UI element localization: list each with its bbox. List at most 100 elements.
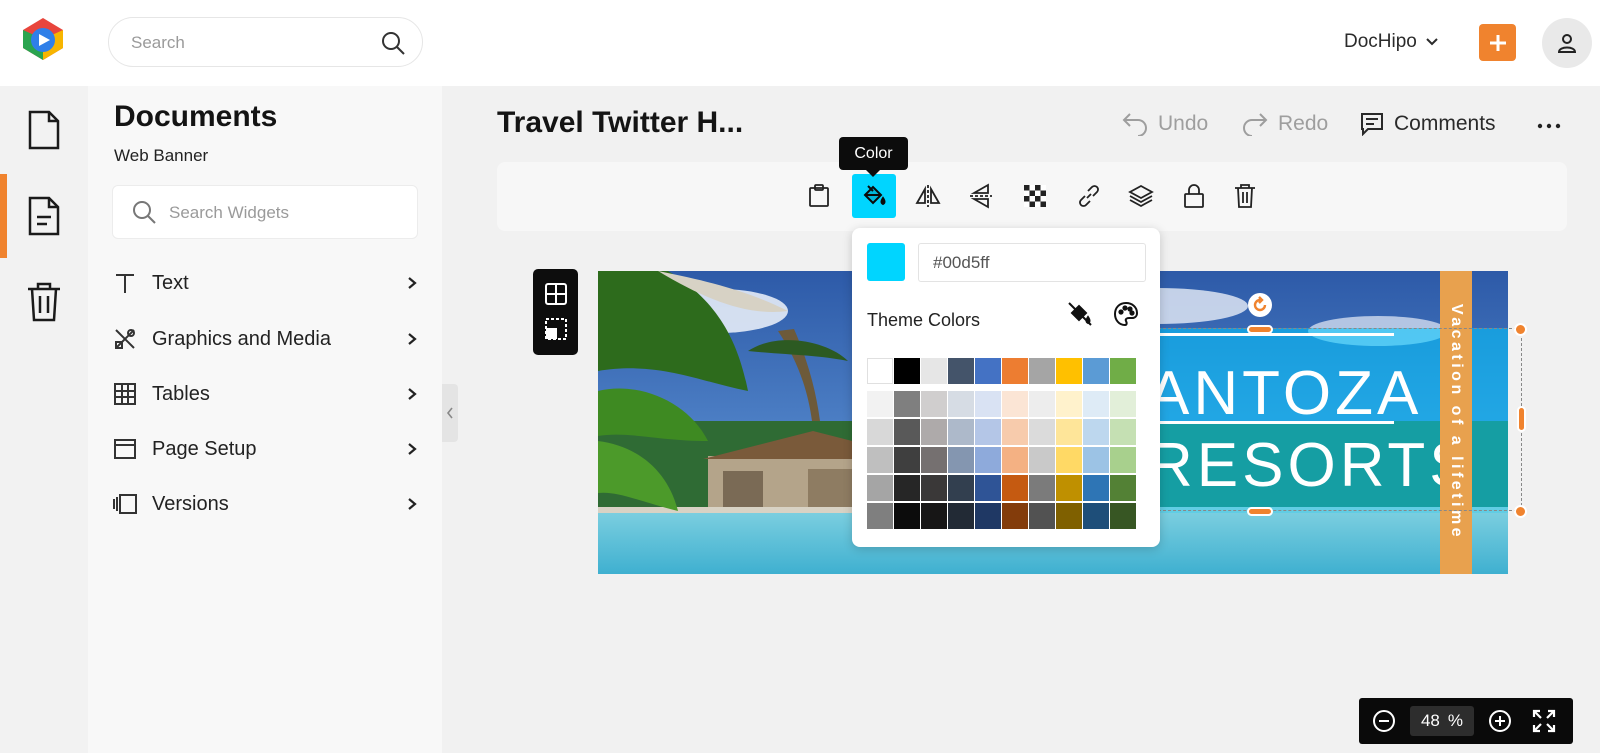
lock-tool[interactable] (1172, 174, 1216, 218)
shade-color-swatch[interactable] (948, 503, 974, 529)
shade-color-swatch[interactable] (1029, 503, 1055, 529)
shade-color-swatch[interactable] (867, 503, 893, 529)
zoom-level-field[interactable]: 48 % (1410, 706, 1474, 736)
color-tool[interactable] (852, 174, 896, 218)
search-icon[interactable] (380, 30, 406, 56)
shade-color-swatch[interactable] (1110, 475, 1136, 501)
base-color-swatch[interactable] (948, 358, 974, 384)
base-color-swatch[interactable] (1056, 358, 1082, 384)
base-color-swatch[interactable] (867, 358, 893, 384)
global-search[interactable] (108, 17, 423, 67)
shade-color-swatch[interactable] (921, 419, 947, 445)
flip-horizontal-tool[interactable] (906, 174, 950, 218)
base-color-swatch[interactable] (975, 358, 1001, 384)
base-color-swatch[interactable] (1083, 358, 1109, 384)
rail-item-trash[interactable] (0, 260, 88, 344)
shade-color-swatch[interactable] (921, 391, 947, 417)
layers-tool[interactable] (1119, 174, 1163, 218)
shade-color-swatch[interactable] (894, 503, 920, 529)
fullscreen-button[interactable] (1531, 708, 1557, 734)
clipboard-tool[interactable] (797, 174, 841, 218)
menu-item-text[interactable]: Text (112, 263, 418, 303)
zoom-in-button[interactable] (1487, 708, 1513, 734)
shade-color-swatch[interactable] (1002, 391, 1028, 417)
menu-item-versions[interactable]: Versions (112, 484, 418, 524)
more-options-button[interactable] (1534, 116, 1564, 136)
shade-color-swatch[interactable] (1002, 475, 1028, 501)
shade-color-swatch[interactable] (948, 419, 974, 445)
widget-search-input[interactable] (169, 201, 399, 225)
shade-color-swatch[interactable] (1110, 447, 1136, 473)
shade-color-swatch[interactable] (1002, 503, 1028, 529)
zoom-out-button[interactable] (1371, 708, 1397, 734)
shade-color-swatch[interactable] (1029, 391, 1055, 417)
resize-handle-top[interactable] (1247, 325, 1273, 334)
resize-handle-bottom[interactable] (1247, 507, 1273, 516)
collapse-panel-handle[interactable] (442, 384, 458, 442)
custom-palette-button[interactable] (1112, 300, 1140, 328)
rotate-handle[interactable] (1248, 293, 1272, 317)
delete-tool[interactable] (1223, 174, 1267, 218)
shade-color-swatch[interactable] (1110, 391, 1136, 417)
comments-button[interactable]: Comments (1360, 112, 1496, 136)
shade-color-swatch[interactable] (975, 503, 1001, 529)
shade-color-swatch[interactable] (1056, 419, 1082, 445)
shade-color-swatch[interactable] (867, 447, 893, 473)
resize-handle-right[interactable] (1517, 406, 1526, 432)
redo-button[interactable]: Redo (1242, 112, 1328, 136)
shade-color-swatch[interactable] (1083, 475, 1109, 501)
shade-color-swatch[interactable] (948, 447, 974, 473)
shade-color-swatch[interactable] (1029, 475, 1055, 501)
account-switcher[interactable]: DocHipo (1344, 30, 1439, 54)
resize-handle-bottom-right[interactable] (1514, 505, 1527, 518)
shade-color-swatch[interactable] (921, 475, 947, 501)
shade-color-swatch[interactable] (1002, 447, 1028, 473)
shade-color-swatch[interactable] (894, 475, 920, 501)
menu-item-tables[interactable]: Tables (112, 374, 418, 414)
rail-item-my-documents[interactable] (0, 174, 88, 258)
shade-color-swatch[interactable] (1056, 391, 1082, 417)
base-color-swatch[interactable] (1110, 358, 1136, 384)
hex-color-input[interactable] (918, 243, 1146, 282)
shade-color-swatch[interactable] (1110, 503, 1136, 529)
shade-color-swatch[interactable] (1083, 447, 1109, 473)
select-tool[interactable] (543, 316, 568, 341)
shade-color-swatch[interactable] (975, 391, 1001, 417)
search-input[interactable] (131, 30, 371, 56)
shade-color-swatch[interactable] (975, 447, 1001, 473)
shade-color-swatch[interactable] (948, 391, 974, 417)
shade-color-swatch[interactable] (894, 419, 920, 445)
shade-color-swatch[interactable] (1056, 475, 1082, 501)
shade-color-swatch[interactable] (867, 391, 893, 417)
menu-item-page-setup[interactable]: Page Setup (112, 429, 418, 469)
user-avatar[interactable] (1542, 18, 1592, 68)
shade-color-swatch[interactable] (867, 419, 893, 445)
base-color-swatch[interactable] (921, 358, 947, 384)
shade-color-swatch[interactable] (1083, 419, 1109, 445)
shade-color-swatch[interactable] (948, 475, 974, 501)
shade-color-swatch[interactable] (1056, 503, 1082, 529)
widget-search[interactable] (112, 185, 418, 239)
shade-color-swatch[interactable] (1083, 503, 1109, 529)
grid-tool[interactable] (543, 281, 568, 306)
shade-color-swatch[interactable] (894, 447, 920, 473)
app-logo-icon[interactable] (20, 16, 66, 62)
shade-color-swatch[interactable] (867, 475, 893, 501)
no-fill-button[interactable] (1066, 300, 1094, 328)
shade-color-swatch[interactable] (894, 391, 920, 417)
base-color-swatch[interactable] (1029, 358, 1055, 384)
base-color-swatch[interactable] (894, 358, 920, 384)
menu-item-graphics[interactable]: Graphics and Media (112, 319, 418, 359)
shade-color-swatch[interactable] (1002, 419, 1028, 445)
shade-color-swatch[interactable] (1029, 419, 1055, 445)
shade-color-swatch[interactable] (1110, 419, 1136, 445)
shade-color-swatch[interactable] (975, 475, 1001, 501)
undo-button[interactable]: Undo (1122, 112, 1208, 136)
shade-color-swatch[interactable] (975, 419, 1001, 445)
shade-color-swatch[interactable] (921, 447, 947, 473)
shade-color-swatch[interactable] (1083, 391, 1109, 417)
shade-color-swatch[interactable] (921, 503, 947, 529)
flip-vertical-tool[interactable] (959, 174, 1003, 218)
shade-color-swatch[interactable] (1056, 447, 1082, 473)
shade-color-swatch[interactable] (1029, 447, 1055, 473)
